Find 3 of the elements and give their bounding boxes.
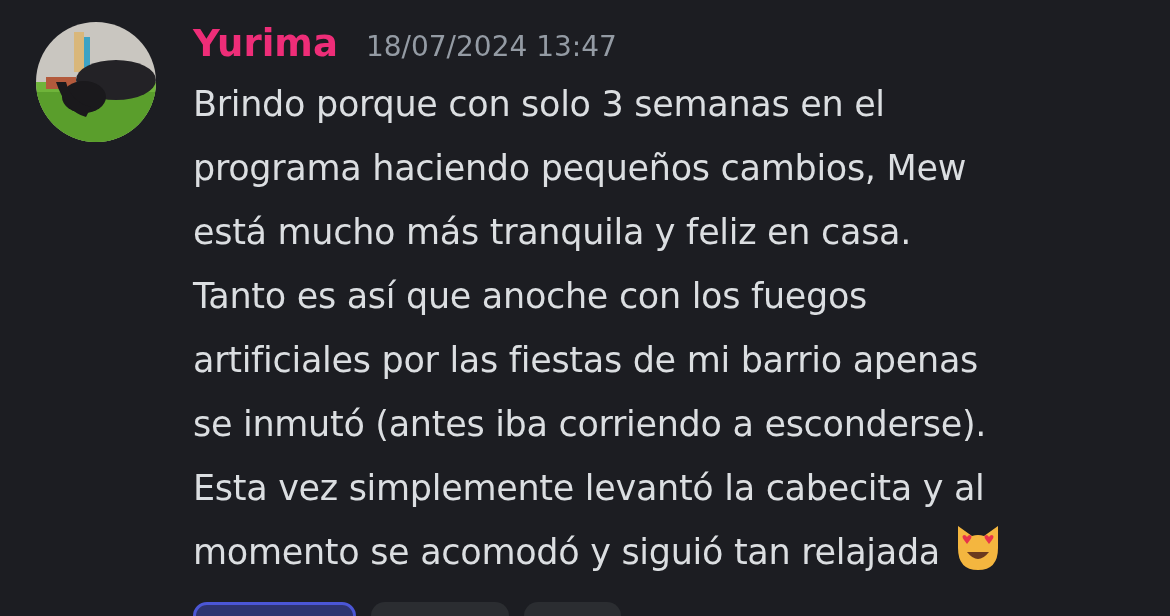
username[interactable]: Yurima (193, 22, 338, 65)
timestamp: 18/07/2024 13:47 (365, 30, 617, 63)
message-text: Brindo porque con solo 3 semanas en el programa haciendo pequeños cambios, Mew está mucho más tranquila y feliz en casa. Tanto es así que anoche con los fuegos artificiales por las fiestas de mi barrio apenas se inmutó (antes iba corriendo a esconderse). Esta vez simplemente levantó la cabecita y al momento se acomodó y siguió tan relajada (193, 72, 1004, 584)
